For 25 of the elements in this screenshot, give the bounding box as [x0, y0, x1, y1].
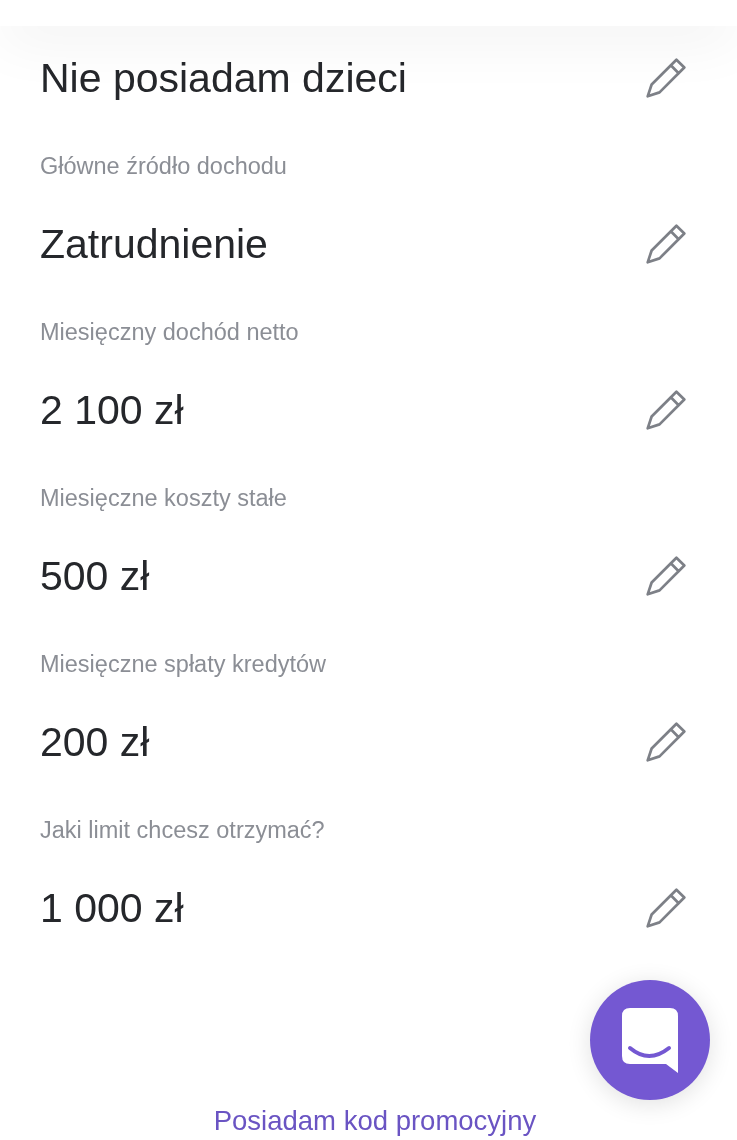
edit-button[interactable] [646, 556, 686, 596]
field-label: Główne źródło dochodu [40, 152, 287, 181]
field-label: Miesięczny dochód netto [40, 318, 299, 347]
edit-button[interactable] [646, 888, 686, 928]
chat-bubble-icon [622, 1007, 678, 1073]
field-value: 1 000 zł [40, 884, 184, 933]
field-value: 500 zł [40, 552, 150, 601]
field-label: Miesięczne koszty stałe [40, 484, 287, 513]
pencil-icon [646, 722, 686, 762]
pencil-icon [646, 888, 686, 928]
edit-button[interactable] [646, 58, 686, 98]
field-label: Jaki limit chcesz otrzymać? [40, 816, 325, 845]
promo-code-link[interactable]: Posiadam kod promocyjny [213, 1105, 537, 1137]
field-value: Zatrudnienie [40, 220, 268, 269]
field-label: Miesięczne spłaty kredytów [40, 650, 327, 679]
field-value: 2 100 zł [40, 386, 184, 435]
pencil-icon [646, 58, 686, 98]
field-value: 200 zł [40, 718, 150, 767]
pencil-icon [646, 224, 686, 264]
pencil-icon [646, 556, 686, 596]
edit-button[interactable] [646, 224, 686, 264]
edit-button[interactable] [646, 722, 686, 762]
field-value: Nie posiadam dzieci [40, 54, 407, 103]
edit-button[interactable] [646, 390, 686, 430]
pencil-icon [646, 390, 686, 430]
